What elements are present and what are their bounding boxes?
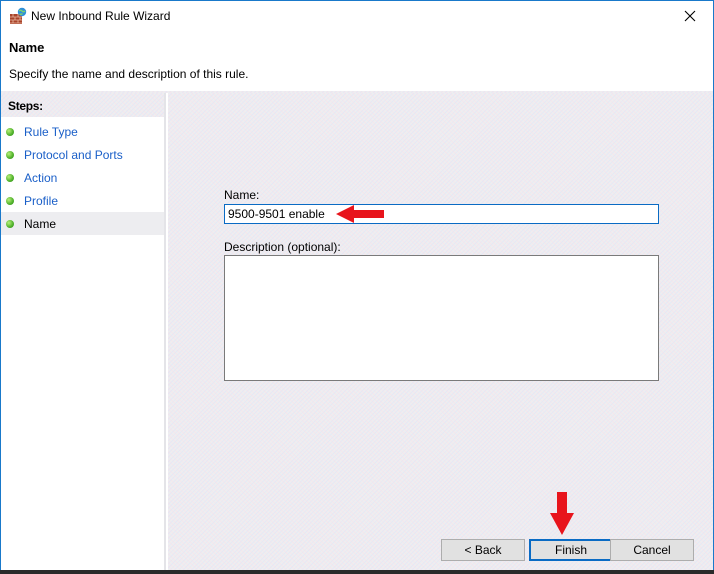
step-name[interactable]: Name bbox=[1, 212, 164, 235]
page-subtitle: Specify the name and description of this… bbox=[9, 67, 249, 81]
step-action[interactable]: Action bbox=[1, 166, 164, 189]
firewall-icon bbox=[9, 7, 27, 25]
step-profile[interactable]: Profile bbox=[1, 189, 164, 212]
page-title: Name bbox=[9, 40, 45, 55]
name-label: Name: bbox=[224, 188, 260, 202]
step-label: Name bbox=[24, 217, 57, 231]
step-label: Protocol and Ports bbox=[24, 148, 123, 162]
step-protocol-and-ports[interactable]: Protocol and Ports bbox=[1, 143, 164, 166]
steps-heading: Steps: bbox=[1, 93, 164, 117]
name-input[interactable] bbox=[224, 204, 659, 224]
annotation-arrow-down-icon bbox=[550, 492, 574, 535]
step-rule-type[interactable]: Rule Type bbox=[1, 120, 164, 143]
title-bar: New Inbound Rule Wizard bbox=[1, 1, 713, 31]
step-label: Profile bbox=[24, 194, 59, 208]
step-complete-icon bbox=[6, 174, 14, 182]
step-label: Action bbox=[24, 171, 58, 185]
window-title: New Inbound Rule Wizard bbox=[31, 9, 171, 23]
wizard-header: Name Specify the name and description of… bbox=[1, 31, 713, 91]
content-area: Name: Description (optional): < Back Fin… bbox=[168, 93, 713, 571]
step-current-icon bbox=[6, 220, 14, 228]
taskbar-edge bbox=[0, 570, 714, 574]
description-input[interactable] bbox=[224, 255, 659, 381]
step-complete-icon bbox=[6, 151, 14, 159]
close-icon bbox=[684, 10, 696, 22]
wizard-window: New Inbound Rule Wizard Name Specify the… bbox=[0, 0, 714, 574]
step-complete-icon bbox=[6, 128, 14, 136]
annotation-arrow-left-icon bbox=[336, 205, 384, 223]
step-complete-icon bbox=[6, 197, 14, 205]
step-label: Rule Type bbox=[24, 125, 78, 139]
finish-button[interactable]: Finish bbox=[529, 539, 613, 561]
description-label: Description (optional): bbox=[224, 240, 341, 254]
cancel-button[interactable]: Cancel bbox=[610, 539, 694, 561]
back-button[interactable]: < Back bbox=[441, 539, 525, 561]
close-button[interactable] bbox=[667, 1, 713, 31]
steps-panel: Steps: Rule Type Protocol and Ports Acti… bbox=[1, 93, 166, 571]
